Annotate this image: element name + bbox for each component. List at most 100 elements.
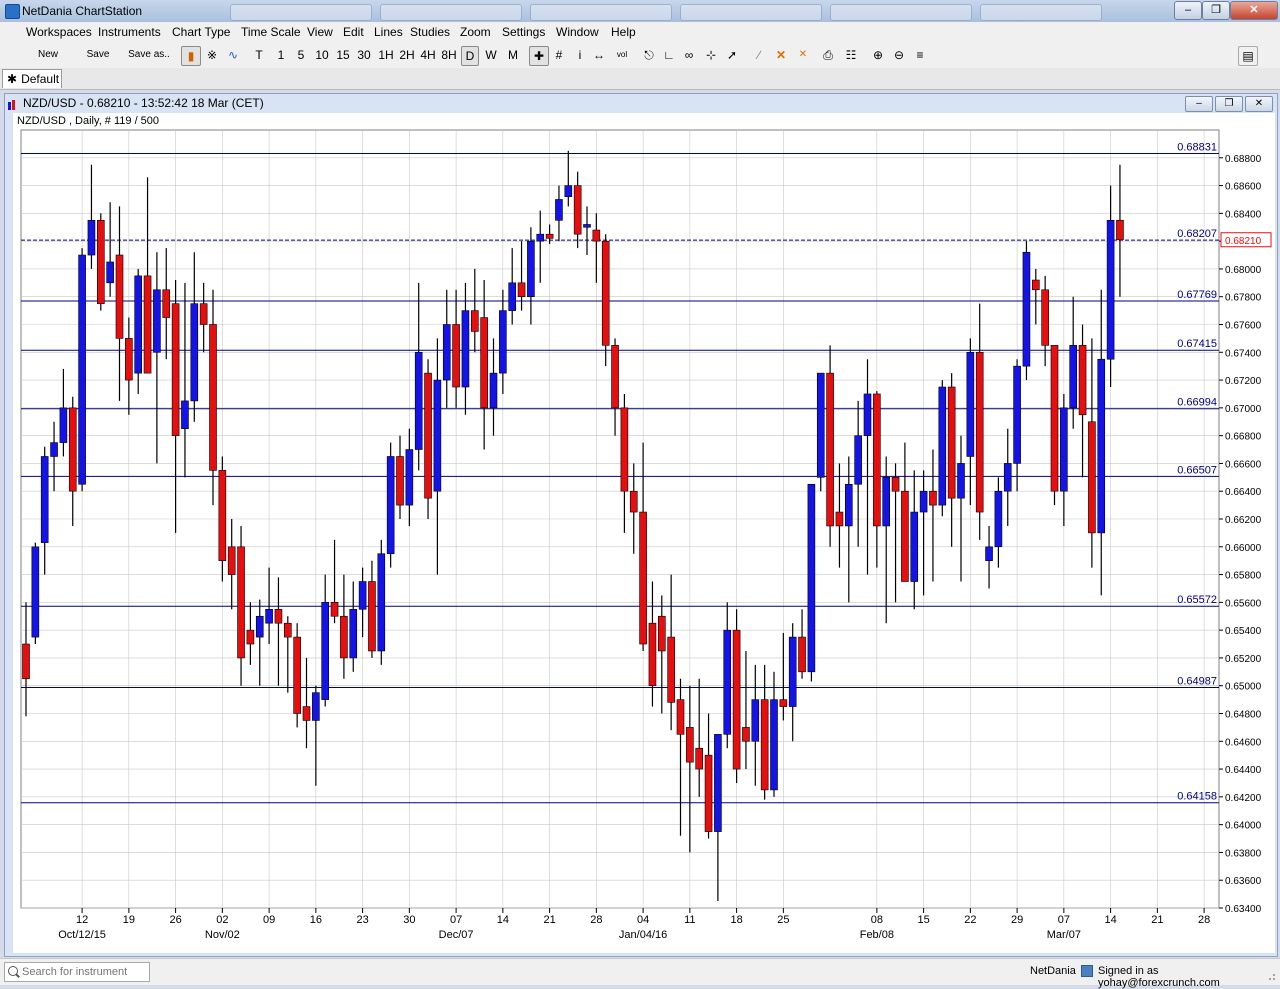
bull-candle — [153, 289, 161, 353]
fit-chart-icon[interactable]: ≡ — [912, 46, 928, 64]
resize-grip-icon[interactable] — [1264, 969, 1276, 981]
new-button[interactable]: New — [38, 46, 58, 64]
timeframe-1[interactable]: 1 — [274, 46, 288, 64]
bull-candle — [910, 511, 919, 582]
bear-candle — [779, 699, 788, 707]
instrument-search-box[interactable] — [4, 962, 150, 982]
ray-line-icon[interactable]: ∞ — [681, 46, 697, 64]
bear-candle — [424, 372, 432, 499]
menu-studies[interactable]: Studies — [410, 25, 450, 39]
bear-candle — [470, 310, 479, 332]
timeframe-tick[interactable]: T — [252, 46, 266, 64]
timeframe-10[interactable]: 10 — [313, 46, 331, 64]
menu-window[interactable]: Window — [556, 25, 599, 39]
taskbar-tab[interactable] — [830, 4, 972, 21]
volume-icon[interactable]: vol — [612, 46, 632, 64]
bull-candle — [807, 483, 816, 673]
print-preview-icon[interactable]: ☷ — [843, 46, 859, 64]
toolbar: New Save Save as.. ▮ ※ ∿ T 1 5 10 15 30 … — [0, 42, 1280, 69]
bull-candle — [87, 220, 96, 256]
bull-candle — [994, 490, 1003, 548]
scroll-arrows-icon[interactable]: ↔ — [591, 46, 607, 64]
level-line-label: 0.66507 — [1177, 464, 1217, 476]
bull-candle — [181, 400, 189, 429]
print-icon[interactable]: ⎙ — [820, 46, 836, 64]
bull-candle — [863, 393, 872, 436]
bear-candle — [330, 602, 339, 617]
timeframe-8h[interactable]: 8H — [439, 46, 459, 64]
x-tick-label: 21 — [543, 914, 555, 926]
menu-edit[interactable]: Edit — [343, 25, 364, 39]
bear-candle — [929, 490, 937, 506]
bear-candle — [742, 727, 750, 742]
chart-restore-button[interactable]: ❐ — [1215, 96, 1243, 112]
menu-lines[interactable]: Lines — [374, 25, 403, 39]
y-tick-label: 0.66200 — [1225, 515, 1262, 526]
x-period-label: Dec/07 — [439, 929, 474, 941]
bull-candle — [442, 324, 451, 381]
panel-toggle-icon[interactable]: ▤ — [1238, 46, 1258, 66]
candlestick-chart-icon[interactable]: ▮ — [181, 46, 201, 66]
timeframe-5[interactable]: 5 — [294, 46, 308, 64]
bull-candle — [555, 199, 563, 221]
delete-all-icon[interactable]: ✕ — [794, 46, 812, 64]
fibonacci-icon[interactable]: ⊹ — [701, 46, 721, 64]
bull-candle — [40, 456, 49, 543]
timeframe-4h[interactable]: 4H — [418, 46, 438, 64]
grid-icon[interactable]: # — [551, 46, 567, 64]
menu-chart-type[interactable]: Chart Type — [172, 25, 230, 39]
timeframe-weekly[interactable]: W — [483, 46, 499, 64]
arrow-tool-icon[interactable]: ➚ — [724, 46, 740, 64]
menu-bar: Workspaces Instruments Chart Type Time S… — [0, 22, 1280, 42]
timeframe-daily[interactable]: D — [461, 46, 479, 66]
bear-candle — [611, 345, 619, 409]
chart-close-button[interactable]: ✕ — [1245, 96, 1273, 112]
minimize-button[interactable]: – — [1174, 1, 1202, 20]
maximize-button[interactable]: ❐ — [1202, 1, 1230, 20]
trendline-icon[interactable]: ∟ — [661, 46, 677, 64]
taskbar-tab[interactable] — [380, 4, 522, 21]
close-button[interactable]: ✕ — [1230, 1, 1278, 20]
delete-icon[interactable]: ✕ — [773, 46, 789, 64]
tab-default[interactable]: ✱ Default — [2, 69, 62, 88]
taskbar-tab[interactable] — [530, 4, 672, 21]
chart-plot-area[interactable]: NZD/USD , Daily, # 119 / 500 0.63400 0.63… — [13, 113, 1275, 953]
y-tick-label: 0.66600 — [1225, 459, 1262, 470]
menu-zoom[interactable]: Zoom — [460, 25, 491, 39]
chart-minimize-button[interactable]: – — [1185, 96, 1213, 112]
ohlc-bar-chart-icon[interactable]: ※ — [204, 46, 220, 64]
candlestick-chart[interactable]: 0.63400 0.63600 0.63800 0.64000 0.64200 0.644… — [13, 113, 1275, 953]
menu-settings[interactable]: Settings — [502, 25, 545, 39]
save-button[interactable]: Save — [86, 46, 110, 64]
workspace-tab-bar: ✱ Default — [0, 68, 1280, 90]
crosshair-icon[interactable]: ✚ — [529, 46, 549, 66]
bull-candle — [919, 490, 928, 513]
instrument-search-input[interactable] — [22, 964, 146, 979]
menu-view[interactable]: View — [307, 25, 333, 39]
pen-line-icon[interactable]: ∕ — [751, 46, 767, 64]
menu-time-scale[interactable]: Time Scale — [241, 25, 301, 39]
timeframe-15[interactable]: 15 — [334, 46, 352, 64]
timeframe-monthly[interactable]: M — [505, 46, 521, 64]
timeframe-2h[interactable]: 2H — [397, 46, 417, 64]
x-tick-label: 29 — [1011, 914, 1023, 926]
timeframe-1h[interactable]: 1H — [376, 46, 396, 64]
taskbar-tab[interactable] — [680, 4, 822, 21]
zoom-in-icon[interactable]: ⊕ — [870, 46, 886, 64]
timeframe-30[interactable]: 30 — [355, 46, 373, 64]
y-tick-label: 0.65600 — [1225, 598, 1262, 609]
taskbar-tab[interactable] — [980, 4, 1102, 21]
line-chart-icon[interactable]: ∿ — [224, 46, 242, 64]
menu-help[interactable]: Help — [611, 25, 636, 39]
bear-candle — [695, 747, 704, 770]
taskbar-tab[interactable] — [230, 4, 372, 21]
bear-candle — [293, 636, 301, 714]
bell-alert-icon[interactable]: ⎋ — [641, 46, 657, 64]
menu-instruments[interactable]: Instruments — [98, 25, 161, 39]
info-icon[interactable]: i — [573, 46, 587, 64]
zoom-out-icon[interactable]: ⊖ — [891, 46, 907, 64]
bear-candle — [975, 351, 984, 513]
menu-workspaces[interactable]: Workspaces — [26, 25, 92, 39]
level-line-label: 0.68831 — [1177, 141, 1217, 153]
save-as-button[interactable]: Save as.. — [128, 46, 170, 64]
